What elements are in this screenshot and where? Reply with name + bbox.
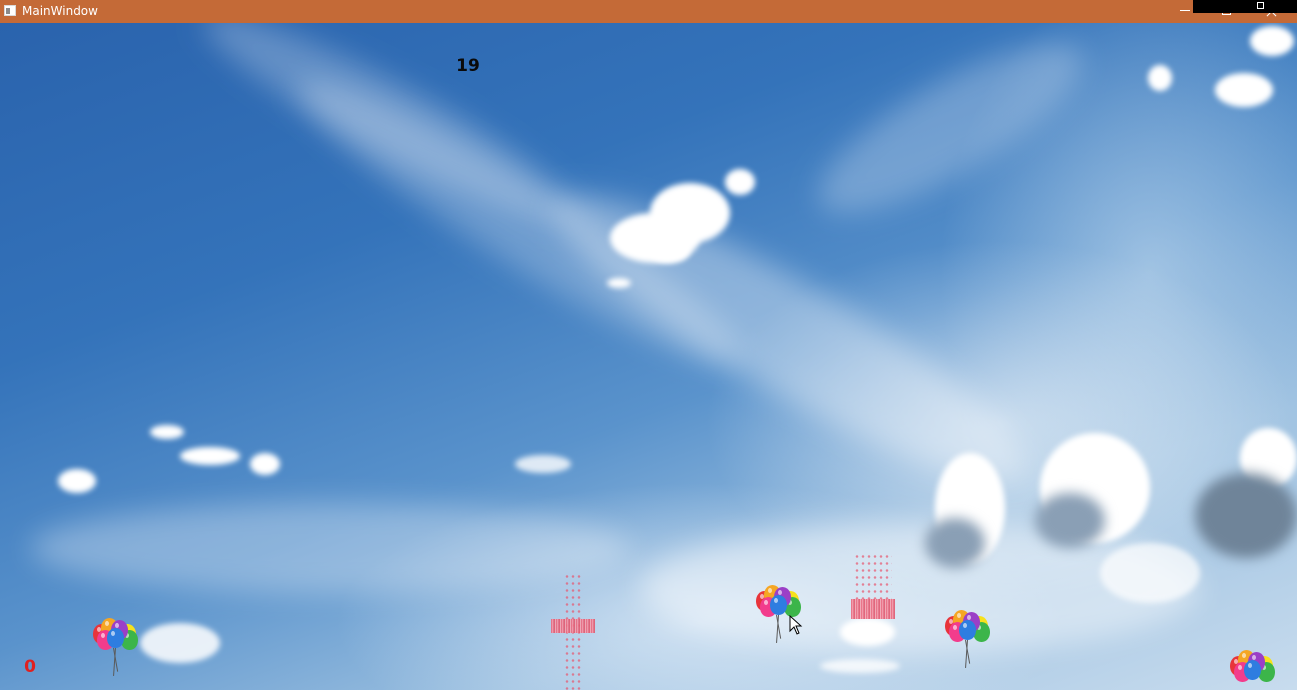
- confetti-burst: [551, 619, 595, 633]
- confetti-spray: [854, 553, 892, 599]
- balloon-blue: [1244, 660, 1261, 680]
- main-window: MainWindow 19 0: [0, 0, 1297, 690]
- cloud-puff: [1148, 65, 1172, 91]
- cloud-shadow: [1035, 493, 1105, 548]
- window-title: MainWindow: [22, 4, 98, 18]
- balloon-bunch[interactable]: [91, 618, 141, 688]
- cloud-puff: [250, 453, 280, 475]
- cloud-puff: [650, 183, 730, 243]
- cloud-shadow: [925, 518, 985, 568]
- cloud-puff: [607, 278, 631, 288]
- restore-overlay-icon: [1193, 0, 1297, 13]
- timer-label: 19: [456, 56, 480, 76]
- app-window-icon: [4, 5, 16, 16]
- cloud-puff: [1100, 543, 1200, 603]
- mouse-cursor-icon: [789, 615, 803, 635]
- popped-balloon: [548, 573, 598, 690]
- cloud-puff: [650, 238, 690, 263]
- cloud-wisp: [797, 23, 1103, 242]
- popped-balloon: [848, 553, 898, 623]
- cloud-shadow: [1195, 473, 1297, 558]
- balloon-bunch[interactable]: [943, 610, 993, 680]
- cloud-puff: [58, 469, 96, 493]
- score-label: 0: [24, 657, 36, 677]
- cloud-puff: [820, 659, 900, 673]
- cloud-wisp: [30, 503, 630, 593]
- cloud-puff: [515, 455, 571, 473]
- confetti-burst: [851, 599, 895, 619]
- balloon-blue: [959, 620, 976, 640]
- title-bar[interactable]: MainWindow: [0, 0, 1297, 23]
- cloud-puff: [140, 623, 220, 663]
- cloud-puff: [150, 425, 184, 439]
- game-area[interactable]: 19: [0, 23, 1297, 690]
- cloud-puff: [1250, 26, 1294, 56]
- balloon-blue: [770, 595, 787, 615]
- balloon-bunch[interactable]: [1228, 650, 1278, 690]
- cloud-puff: [1215, 73, 1273, 107]
- balloon-blue: [107, 628, 124, 648]
- cloud-puff: [180, 447, 240, 465]
- cloud-puff: [725, 169, 755, 195]
